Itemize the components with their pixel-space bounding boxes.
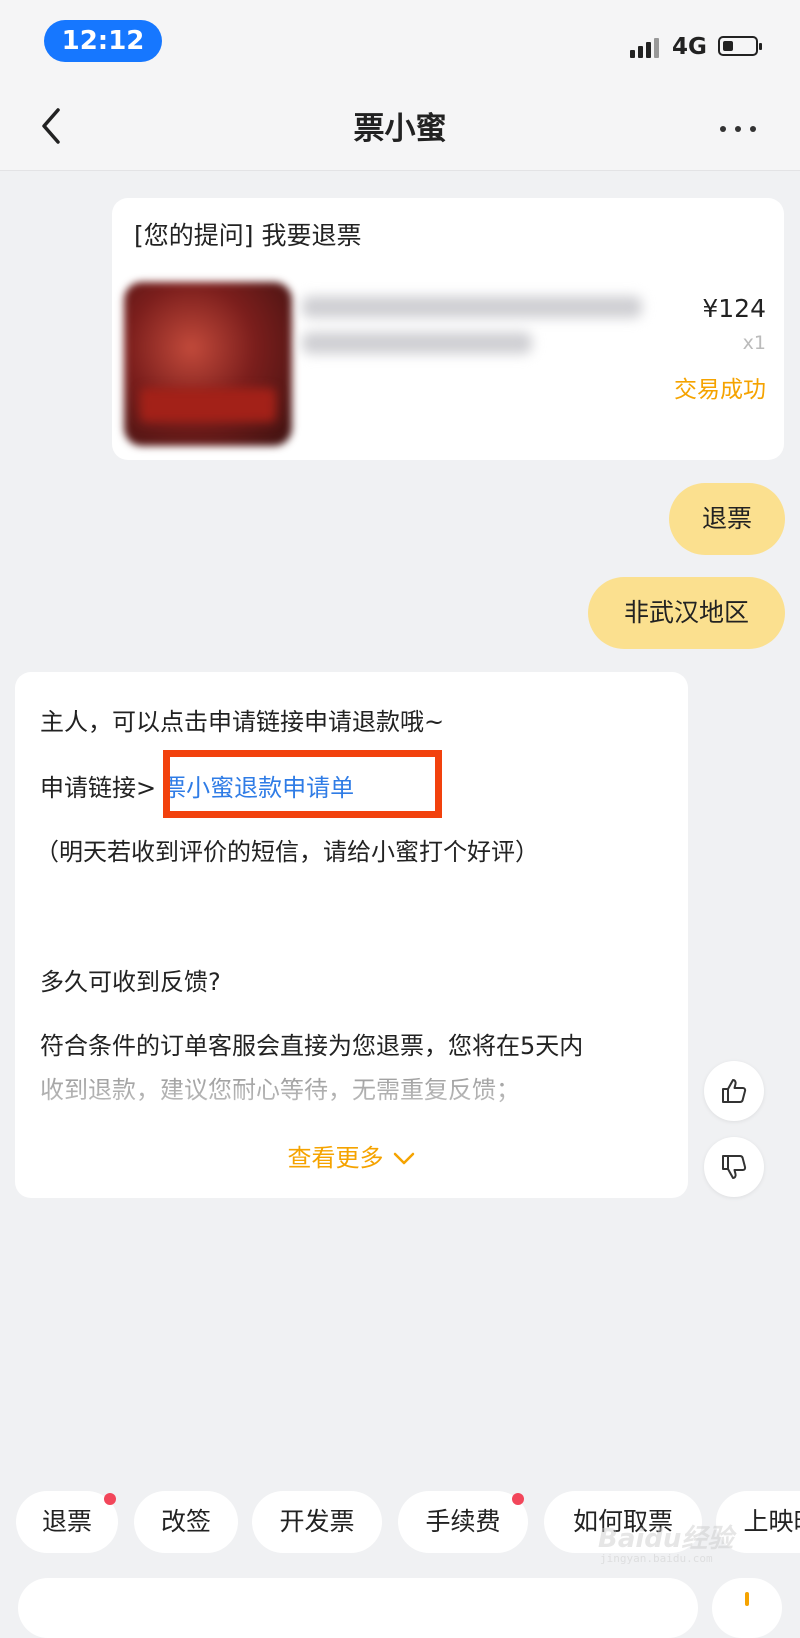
chip-label: 退票 bbox=[41, 1507, 92, 1536]
chip-label: 开发票 bbox=[279, 1507, 355, 1536]
notification-dot bbox=[512, 1493, 524, 1505]
quick-reply-invoice[interactable]: 开发票 bbox=[252, 1491, 382, 1553]
nav-bar: 票小蜜 bbox=[0, 90, 800, 171]
input-extra-button[interactable] bbox=[712, 1578, 782, 1638]
message-input[interactable] bbox=[18, 1578, 698, 1638]
user-message-bubble: 退票 bbox=[669, 483, 785, 555]
quick-reply-fee[interactable]: 手续费 bbox=[398, 1491, 528, 1553]
status-time: 12:12 bbox=[44, 20, 162, 62]
chevron-left-icon bbox=[42, 108, 60, 144]
bot-reply-card: 主人，可以点击申请链接申请退款哦~ 申请链接> 票小蜜退款申请单 （明天若收到评价… bbox=[15, 672, 688, 1198]
thumbs-up-icon bbox=[722, 1079, 747, 1103]
blurred-product-title bbox=[302, 296, 642, 318]
question-order-card[interactable]: [您的提问] 我要退票 ¥124 x1 交易成功 bbox=[112, 198, 784, 460]
faq-title: 多久可收到反馈? bbox=[40, 968, 221, 996]
reply-line: 主人，可以点击申请链接申请退款哦~ bbox=[40, 708, 445, 736]
order-status: 交易成功 bbox=[674, 377, 766, 403]
quick-reply-showtime[interactable]: 上映时 bbox=[716, 1491, 800, 1553]
page-title: 票小蜜 bbox=[353, 111, 447, 147]
battery-icon bbox=[718, 36, 762, 56]
chip-label: 如何取票 bbox=[572, 1507, 673, 1536]
quick-reply-change[interactable]: 改签 bbox=[134, 1491, 238, 1553]
chip-label: 改签 bbox=[160, 1507, 211, 1536]
faq-answer-line: 收到退款，建议您耐心等待，无需重复反馈； bbox=[40, 1076, 520, 1104]
signal-icon bbox=[630, 36, 666, 58]
chevron-down-icon bbox=[393, 1152, 414, 1165]
input-extra-icon bbox=[745, 1592, 749, 1606]
notification-dot bbox=[104, 1493, 116, 1505]
quick-reply-refund[interactable]: 退票 bbox=[16, 1491, 118, 1553]
link-prefix: 申请链接> bbox=[40, 774, 157, 802]
highlight-box bbox=[163, 750, 442, 818]
order-quantity: x1 bbox=[742, 332, 766, 354]
question-text: [您的提问] 我要退票 bbox=[134, 221, 362, 250]
order-price: ¥124 bbox=[702, 294, 766, 323]
reply-line: （明天若收到评价的短信，请给小蜜打个好评） bbox=[35, 838, 539, 866]
status-bar: 12:12 4G bbox=[0, 0, 800, 90]
more-horizontal-icon bbox=[720, 126, 726, 132]
quick-reply-pickup[interactable]: 如何取票 bbox=[544, 1491, 702, 1553]
quick-reply-bar: 退票 改签 开发票 手续费 如何取票 上映时 bbox=[0, 1485, 800, 1565]
chip-label: 上映时 bbox=[743, 1507, 800, 1536]
thumbs-down-icon bbox=[722, 1155, 747, 1179]
see-more-button[interactable]: 查看更多 bbox=[15, 1138, 688, 1173]
more-options-button[interactable] bbox=[716, 114, 760, 144]
like-button[interactable] bbox=[704, 1061, 764, 1121]
faq-answer-line: 符合条件的订单客服会直接为您退票，您将在5天内 bbox=[40, 1032, 584, 1060]
see-more-label: 查看更多 bbox=[287, 1144, 384, 1172]
network-type: 4G bbox=[672, 34, 707, 60]
chip-label: 手续费 bbox=[425, 1507, 501, 1536]
back-button[interactable] bbox=[36, 104, 84, 156]
dislike-button[interactable] bbox=[704, 1137, 764, 1197]
user-message-bubble: 非武汉地区 bbox=[588, 577, 785, 649]
